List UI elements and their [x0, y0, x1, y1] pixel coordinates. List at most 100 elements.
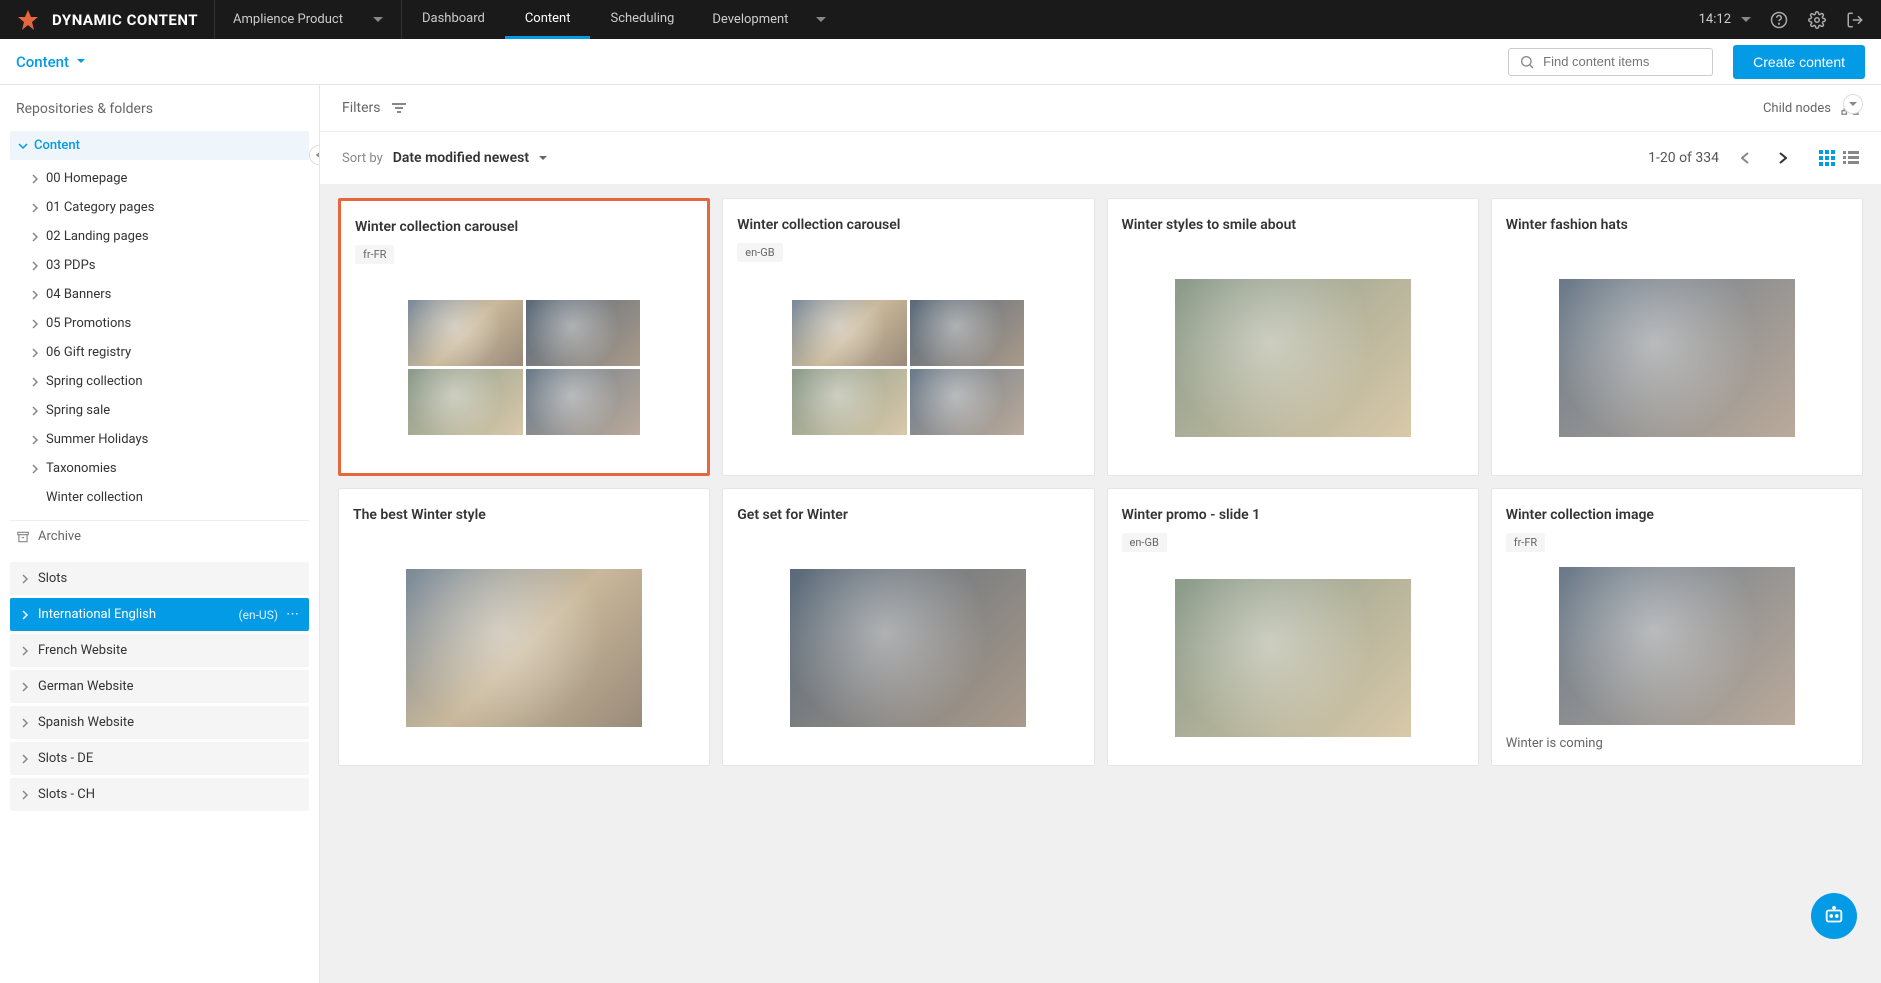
content-card[interactable]: Winter styles to smile about [1107, 198, 1479, 476]
environment-label: Development [712, 12, 788, 27]
folder-label: 02 Landing pages [46, 229, 149, 244]
folder-label: Spring sale [46, 403, 110, 418]
locale-badge: fr-FR [1506, 533, 1545, 552]
folder-item[interactable]: Spring sale [10, 396, 309, 425]
card-thumbnail [355, 276, 693, 459]
card-thumbnail [1122, 255, 1464, 461]
pager-next[interactable] [1771, 146, 1795, 170]
folder-label: Taxonomies [46, 461, 117, 476]
child-nodes-label: Child nodes [1763, 101, 1831, 116]
chevron-right-icon [20, 754, 30, 764]
more-icon[interactable]: ⋯ [286, 607, 299, 622]
chevron-right-icon [20, 718, 30, 728]
environment-selector[interactable]: Development [694, 12, 844, 27]
repo-item[interactable]: International English (en-US) ⋯ [10, 598, 309, 631]
card-title: Winter styles to smile about [1122, 217, 1464, 233]
chevron-right-icon [30, 261, 40, 271]
repo-item[interactable]: Slots - CH [10, 778, 309, 811]
archive-row[interactable]: Archive [10, 520, 309, 552]
content-card[interactable]: Winter collection carouselfr-FR [338, 198, 710, 476]
card-caption: Winter is coming [1506, 736, 1848, 751]
chevron-right-icon [30, 232, 40, 242]
chevron-right-icon [20, 610, 30, 620]
repo-label: International English [38, 607, 156, 622]
content-panel: Filters Child nodes Sort by Date modifie… [320, 85, 1881, 983]
sort-value-label: Date modified newest [393, 150, 529, 166]
content-card[interactable]: Winter collection carouselen-GB [722, 198, 1094, 476]
tree-root-content[interactable]: Content [10, 131, 309, 160]
folder-label: 04 Banners [46, 287, 111, 302]
search-input[interactable] [1543, 54, 1702, 69]
chevron-right-icon [30, 348, 40, 358]
product-selector[interactable]: Amplience Product [215, 0, 402, 39]
repo-locale-code: (en-US) [239, 608, 279, 622]
chevron-right-icon [30, 406, 40, 416]
repo-item[interactable]: Slots - DE [10, 742, 309, 775]
card-thumbnail [737, 274, 1079, 461]
card-title: Winter fashion hats [1506, 217, 1848, 233]
repo-item[interactable]: Slots [10, 562, 309, 595]
content-card[interactable]: The best Winter style [338, 488, 710, 766]
chevron-right-icon [20, 574, 30, 584]
logo-icon [16, 8, 40, 32]
sidebar: Repositories & folders Content 00 Homepa… [0, 85, 320, 983]
folder-item[interactable]: Summer Holidays [10, 425, 309, 454]
nav-dashboard[interactable]: Dashboard [402, 0, 505, 39]
folder-item[interactable]: Spring collection [10, 367, 309, 396]
repo-label: Slots [38, 571, 67, 586]
content-dropdown[interactable]: Content [16, 53, 85, 71]
top-nav: Dashboard Content Scheduling [402, 0, 694, 39]
folder-item[interactable]: Winter collection [10, 483, 309, 512]
logout-icon[interactable] [1845, 10, 1865, 30]
repo-label: Slots - CH [38, 787, 95, 802]
expand-caret[interactable] [1843, 94, 1863, 114]
sort-value-dropdown[interactable]: Date modified newest [393, 150, 547, 166]
folder-item[interactable]: 02 Landing pages [10, 222, 309, 251]
locale-badge: fr-FR [355, 245, 394, 264]
folder-item[interactable]: 00 Homepage [10, 164, 309, 193]
settings-icon[interactable] [1807, 10, 1827, 30]
filters-button[interactable]: Filters [342, 100, 407, 116]
pager-prev[interactable] [1733, 146, 1757, 170]
repo-item[interactable]: Spanish Website [10, 706, 309, 739]
repo-label: Slots - DE [38, 751, 93, 766]
folder-item[interactable]: 06 Gift registry [10, 338, 309, 367]
caret-down-icon [816, 17, 826, 23]
caret-down-icon [539, 156, 547, 161]
content-card[interactable]: Winter collection imagefr-FRWinter is co… [1491, 488, 1863, 766]
folder-item[interactable]: 04 Banners [10, 280, 309, 309]
search-box[interactable] [1508, 48, 1713, 76]
folder-item[interactable]: 01 Category pages [10, 193, 309, 222]
repo-item[interactable]: French Website [10, 634, 309, 667]
locale-badge: en-GB [1122, 533, 1167, 552]
folder-item[interactable]: 03 PDPs [10, 251, 309, 280]
chevron-right-icon [30, 377, 40, 387]
chevron-down-icon [18, 141, 28, 151]
filters-label: Filters [342, 100, 381, 116]
list-view-icon[interactable] [1843, 150, 1859, 166]
tree-root-label: Content [34, 138, 80, 153]
content-card[interactable]: Winter fashion hats [1491, 198, 1863, 476]
clock-time: 14:12 [1699, 12, 1731, 27]
chevron-right-icon [20, 790, 30, 800]
folder-item[interactable]: 05 Promotions [10, 309, 309, 338]
sidebar-collapse-handle[interactable] [309, 145, 320, 165]
grid-view-icon[interactable] [1819, 150, 1835, 166]
help-icon[interactable] [1769, 10, 1789, 30]
nav-scheduling[interactable]: Scheduling [590, 0, 694, 39]
card-thumbnail [353, 545, 695, 751]
repo-item[interactable]: German Website [10, 670, 309, 703]
card-thumbnail [1506, 564, 1848, 728]
caret-down-icon [1741, 17, 1751, 23]
content-card[interactable]: Get set for Winter [722, 488, 1094, 766]
folder-item[interactable]: Taxonomies [10, 454, 309, 483]
chat-fab[interactable] [1811, 893, 1857, 939]
folder-label: 01 Category pages [46, 200, 154, 215]
create-content-button[interactable]: Create content [1733, 45, 1865, 79]
clock-selector[interactable]: 14:12 [1699, 12, 1751, 27]
content-card[interactable]: Winter promo - slide 1en-GB [1107, 488, 1479, 766]
folder-label: Summer Holidays [46, 432, 148, 447]
chevron-right-icon [30, 319, 40, 329]
nav-content[interactable]: Content [505, 0, 591, 39]
folder-label: 05 Promotions [46, 316, 131, 331]
